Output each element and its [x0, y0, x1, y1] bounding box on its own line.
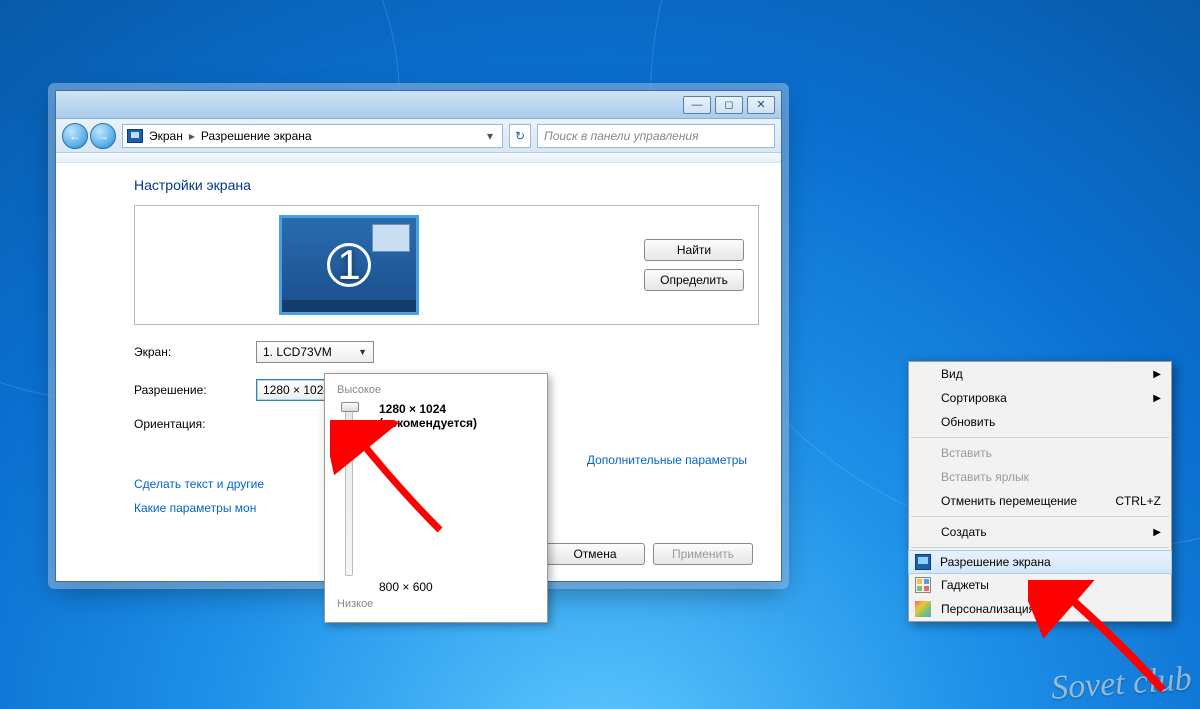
monitor-thumbnail[interactable]: 1: [279, 215, 419, 315]
chevron-right-icon: ▶: [1153, 527, 1161, 538]
ctx-view[interactable]: Вид▶: [909, 362, 1171, 386]
orientation-label: Ориентация:: [134, 417, 244, 431]
titlebar: — ◻ ✕: [56, 91, 781, 119]
monitor-number: 1: [327, 243, 371, 287]
toolbar: [56, 153, 781, 163]
chevron-down-icon[interactable]: ▾: [482, 129, 498, 143]
refresh-button[interactable]: ↻: [509, 124, 531, 148]
advanced-settings-link[interactable]: Дополнительные параметры: [587, 453, 747, 467]
ctx-create[interactable]: Создать▶: [909, 520, 1171, 544]
ctx-paste-shortcut: Вставить ярлык: [909, 465, 1171, 489]
apply-button[interactable]: Применить: [653, 543, 753, 565]
maximize-button[interactable]: ◻: [715, 96, 743, 114]
taskbar-glyph: [282, 300, 416, 312]
display-preview: 1 Найти Определить: [134, 205, 759, 325]
window-glyph-icon: [372, 224, 410, 252]
nav-back-button[interactable]: ←: [62, 123, 88, 149]
breadcrumb-root[interactable]: Экран: [149, 129, 183, 143]
ctx-undo-shortcut: CTRL+Z: [1115, 494, 1161, 508]
detect-button[interactable]: Найти: [644, 239, 744, 261]
ctx-screen-resolution[interactable]: Разрешение экрана: [908, 550, 1172, 574]
address-bar[interactable]: Экран ▸ Разрешение экрана ▾: [122, 124, 503, 148]
screen-label: Экран:: [134, 345, 244, 359]
screen-combo[interactable]: 1. LCD73VM ▼: [256, 341, 374, 363]
chevron-right-icon: ▶: [1153, 393, 1161, 404]
ctx-refresh[interactable]: Обновить: [909, 410, 1171, 434]
chevron-right-icon: ▸: [189, 129, 195, 143]
cancel-button[interactable]: Отмена: [545, 543, 645, 565]
high-label: Высокое: [337, 384, 535, 396]
ctx-sort[interactable]: Сортировка▶: [909, 386, 1171, 410]
address-bar-row: ← → Экран ▸ Разрешение экрана ▾ ↻ Поиск …: [56, 119, 781, 153]
desktop-context-menu: Вид▶ Сортировка▶ Обновить Вставить Встав…: [908, 361, 1172, 622]
resolution-label: Разрешение:: [134, 383, 244, 397]
screen-icon: [127, 129, 143, 143]
low-label: Низкое: [337, 598, 535, 610]
screen-combo-value: 1. LCD73VM: [263, 345, 332, 359]
chevron-right-icon: ▶: [1153, 369, 1161, 380]
close-button[interactable]: ✕: [747, 96, 775, 114]
search-input[interactable]: Поиск в панели управления: [537, 124, 775, 148]
nav-forward-button[interactable]: →: [90, 123, 116, 149]
min-resolution: 800 × 600: [379, 580, 535, 594]
breadcrumb-current[interactable]: Разрешение экрана: [201, 129, 312, 143]
identify-button[interactable]: Определить: [644, 269, 744, 291]
ctx-gadgets[interactable]: Гаджеты: [909, 573, 1171, 597]
resolution-slider[interactable]: [345, 402, 353, 576]
resolution-flyout: Высокое 1280 × 1024 (рекомендуется) 800 …: [324, 373, 548, 623]
page-title: Настройки экрана: [134, 177, 759, 193]
ctx-personalize[interactable]: Персонализация: [909, 597, 1171, 621]
gadgets-icon: [915, 577, 931, 593]
watermark: Sovet club: [1050, 660, 1193, 708]
current-resolution: 1280 × 1024 (рекомендуется): [379, 402, 535, 430]
ctx-paste: Вставить: [909, 441, 1171, 465]
monitor-icon: [915, 554, 931, 570]
ctx-undo[interactable]: Отменить перемещениеCTRL+Z: [909, 489, 1171, 513]
personalize-icon: [915, 601, 931, 617]
slider-thumb[interactable]: [341, 402, 359, 412]
minimize-button[interactable]: —: [683, 96, 711, 114]
chevron-down-icon: ▼: [358, 347, 367, 357]
search-placeholder: Поиск в панели управления: [544, 129, 699, 143]
